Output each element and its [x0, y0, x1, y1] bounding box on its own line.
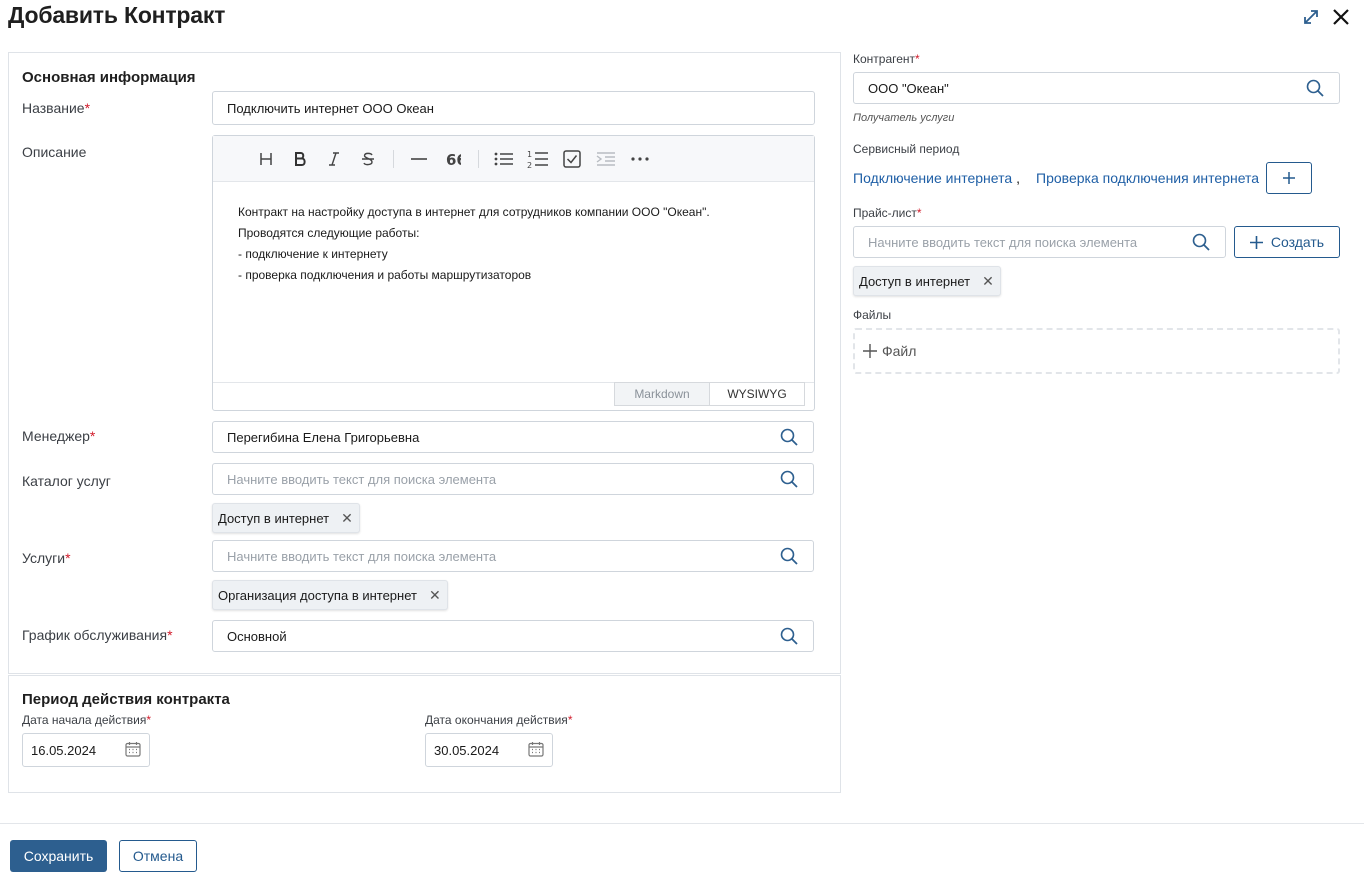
- description-line: Проводятся следующие работы:: [238, 226, 420, 240]
- description-label: Описание: [22, 144, 87, 160]
- calendar-icon[interactable]: [528, 741, 544, 760]
- end-date-label: Дата окончания действия*: [425, 713, 573, 727]
- description-line: - подключение к интернету: [238, 247, 388, 261]
- services-placeholder: Начните вводить текст для поиска элемент…: [227, 548, 497, 564]
- services-tag-label: Организация доступа в интернет: [218, 587, 417, 603]
- create-price-list-button[interactable]: Создать: [1234, 226, 1340, 258]
- remove-tag-icon[interactable]: ✕: [429, 587, 441, 604]
- schedule-value: Основной: [227, 628, 287, 644]
- footer-divider: [0, 823, 1364, 824]
- remove-tag-icon[interactable]: ✕: [982, 273, 994, 290]
- link-separator: ,: [1016, 170, 1021, 186]
- services-label: Услуги*: [22, 550, 71, 566]
- name-input[interactable]: Подключить интернет ООО Океан: [212, 91, 815, 125]
- indent-icon[interactable]: [589, 144, 623, 174]
- editor-content[interactable]: Контракт на настройку доступа в интернет…: [213, 182, 814, 306]
- contractor-value: ООО "Океан": [868, 80, 949, 96]
- bold-icon[interactable]: [283, 144, 317, 174]
- expand-icon[interactable]: [1300, 6, 1322, 28]
- service-period-link[interactable]: Проверка подключения интернета: [1036, 170, 1259, 186]
- description-line: - проверка подключения и работы маршрути…: [238, 268, 532, 282]
- end-date-input[interactable]: 30.05.2024: [425, 733, 553, 767]
- close-icon[interactable]: [1330, 6, 1352, 28]
- add-service-period-button[interactable]: [1266, 162, 1312, 194]
- contractor-label: Контрагент*: [853, 52, 920, 66]
- price-list-tag: Доступ в интернет ✕: [853, 266, 1001, 296]
- description-editor[interactable]: 66 12 Контракт на настройку доступа в ин…: [212, 135, 815, 411]
- catalog-tag: Доступ в интернет ✕: [212, 503, 360, 533]
- dialog-title: Добавить Контракт: [8, 2, 226, 28]
- start-date-label: Дата начала действия*: [22, 713, 152, 727]
- search-icon[interactable]: [779, 626, 799, 646]
- start-date-input[interactable]: 16.05.2024: [22, 733, 150, 767]
- name-label: Название*: [22, 100, 91, 116]
- markdown-tab[interactable]: Markdown: [614, 382, 710, 406]
- toolbar-divider: [393, 149, 394, 168]
- svg-text:2: 2: [527, 161, 532, 169]
- search-icon[interactable]: [779, 427, 799, 447]
- description-line: Контракт на настройку доступа в интернет…: [238, 205, 710, 219]
- service-period-label: Сервисный период: [853, 142, 960, 156]
- start-date-value: 16.05.2024: [31, 742, 97, 758]
- save-button[interactable]: Сохранить: [10, 840, 107, 872]
- create-label: Создать: [1270, 234, 1325, 250]
- name-value: Подключить интернет ООО Океан: [227, 100, 434, 116]
- italic-icon[interactable]: [317, 144, 351, 174]
- manager-value: Перегибина Елена Григорьевна: [227, 429, 420, 445]
- bullet-list-icon[interactable]: [487, 144, 521, 174]
- remove-tag-icon[interactable]: ✕: [341, 510, 353, 527]
- more-icon[interactable]: [623, 144, 657, 174]
- wysiwyg-tab[interactable]: WYSIWYG: [710, 382, 805, 406]
- svg-text:66: 66: [446, 151, 461, 167]
- service-period-links: Подключение интернета , Проверка подключ…: [853, 170, 1259, 186]
- plus-icon: [863, 344, 877, 358]
- catalog-label: Каталог услуг: [22, 473, 111, 489]
- price-list-label: Прайс-лист*: [853, 206, 922, 220]
- search-icon[interactable]: [779, 546, 799, 566]
- search-icon[interactable]: [779, 469, 799, 489]
- main-info-title: Основная информация: [22, 69, 196, 86]
- search-icon[interactable]: [1191, 232, 1211, 252]
- schedule-input[interactable]: Основной: [212, 620, 814, 652]
- horizontal-rule-icon[interactable]: [402, 144, 436, 174]
- quote-icon[interactable]: 66: [436, 144, 470, 174]
- editor-mode-tabs: Markdown WYSIWYG: [614, 382, 805, 406]
- service-period-link[interactable]: Подключение интернета: [853, 170, 1012, 186]
- price-list-tag-label: Доступ в интернет: [859, 273, 971, 289]
- plus-icon: [1283, 172, 1295, 184]
- files-label: Файлы: [853, 308, 892, 322]
- price-list-placeholder: Начните вводить текст для поиска элемент…: [868, 234, 1138, 250]
- catalog-search-input[interactable]: Начните вводить текст для поиска элемент…: [212, 463, 814, 495]
- calendar-icon[interactable]: [125, 741, 141, 760]
- contractor-input[interactable]: ООО "Океан": [853, 72, 1340, 104]
- heading-icon[interactable]: [249, 144, 283, 174]
- file-dropzone[interactable]: Файл: [853, 328, 1340, 374]
- period-title: Период действия контракта: [22, 691, 230, 708]
- end-date-value: 30.05.2024: [434, 742, 500, 758]
- catalog-tag-label: Доступ в интернет: [218, 510, 330, 526]
- editor-toolbar: 66 12: [213, 136, 814, 182]
- manager-input[interactable]: Перегибина Елена Григорьевна: [212, 421, 814, 453]
- svg-text:1: 1: [527, 150, 532, 159]
- catalog-placeholder: Начните вводить текст для поиска элемент…: [227, 471, 497, 487]
- plus-icon: [1249, 235, 1263, 249]
- services-search-input[interactable]: Начните вводить текст для поиска элемент…: [212, 540, 814, 572]
- strikethrough-icon[interactable]: [351, 144, 385, 174]
- services-tag: Организация доступа в интернет ✕: [212, 580, 448, 610]
- search-icon[interactable]: [1305, 78, 1325, 98]
- contractor-hint: Получатель услуги: [853, 112, 955, 124]
- checklist-icon[interactable]: [555, 144, 589, 174]
- add-file-label[interactable]: Файл: [882, 343, 916, 359]
- price-list-search-input[interactable]: Начните вводить текст для поиска элемент…: [853, 226, 1226, 258]
- toolbar-divider: [478, 149, 479, 168]
- numbered-list-icon[interactable]: 12: [521, 144, 555, 174]
- schedule-label: График обслуживания*: [22, 627, 173, 643]
- manager-label: Менеджер*: [22, 428, 96, 444]
- cancel-button[interactable]: Отмена: [119, 840, 197, 872]
